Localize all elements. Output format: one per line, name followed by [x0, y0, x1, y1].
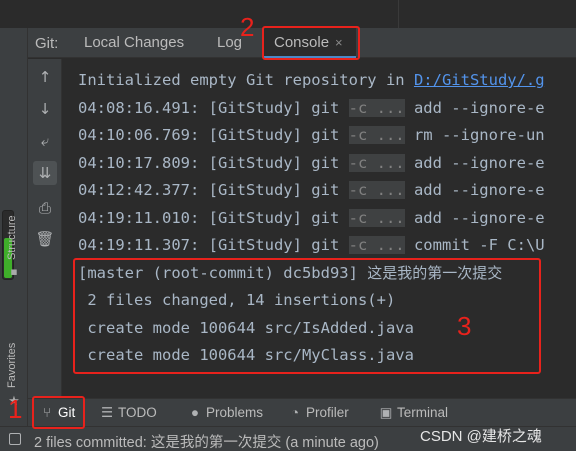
collapsed-args[interactable]: -c ... — [348, 154, 405, 172]
editor-top-strip — [0, 0, 576, 28]
log-line: 04:08:16.491: [GitStudy] git -c ... add … — [78, 99, 545, 117]
annotation-box-console — [262, 26, 360, 60]
info-icon: ● — [190, 405, 200, 420]
log-line: 04:10:17.809: [GitStudy] git -c ... add … — [78, 154, 545, 172]
collapsed-args[interactable]: -c ... — [348, 181, 405, 199]
log-line: 04:10:06.769: [GitStudy] git -c ... rm -… — [78, 126, 545, 144]
collapsed-args[interactable]: -c ... — [348, 126, 405, 144]
console-toolbar: ↑ ↓ ⤶ ⇊ ⎙ 🗑 — [28, 59, 62, 398]
print-icon[interactable]: ⎙ — [33, 196, 57, 220]
list-icon: ☰ — [100, 405, 114, 420]
watermark: CSDN @建桥之魂 — [420, 428, 542, 445]
annotation-number-1: 1 — [8, 394, 23, 424]
tab-log[interactable]: Log — [217, 28, 242, 58]
repo-path-link[interactable]: D:/GitStudy/.g — [414, 71, 545, 89]
profiler-icon: ◔ — [290, 405, 300, 420]
annotation-number-3: 3 — [457, 311, 472, 341]
git-panel-label: Git: — [35, 35, 59, 52]
tool-windows-toggle-icon[interactable] — [9, 433, 21, 445]
collapsed-args[interactable]: -c ... — [348, 236, 405, 254]
scroll-to-end-icon[interactable]: ⇊ — [33, 161, 57, 185]
trash-icon[interactable]: 🗑 — [33, 227, 57, 251]
tab-local-changes[interactable]: Local Changes — [84, 28, 184, 58]
scroll-down-icon[interactable]: ↓ — [33, 97, 57, 121]
structure-icon[interactable]: ▪ — [8, 266, 20, 278]
scroll-up-icon[interactable]: ↑ — [33, 65, 57, 89]
annotation-box-git — [32, 396, 85, 429]
terminal-tool-button[interactable]: ▣ Terminal — [379, 405, 448, 423]
todo-tool-button[interactable]: ☰ TODO — [100, 405, 157, 423]
profiler-tool-button[interactable]: ◔ Profiler — [288, 405, 349, 423]
log-line: 04:19:11.010: [GitStudy] git -c ... add … — [78, 209, 545, 227]
collapsed-args[interactable]: -c ... — [348, 209, 405, 227]
log-line: 04:19:11.307: [GitStudy] git -c ... comm… — [78, 236, 545, 254]
bottom-tool-bar: ⑂ Git ☰ TODO ● Problems ◔ Profiler ▣ Terminal — [28, 398, 576, 426]
annotation-number-2: 2 — [240, 12, 255, 42]
log-line: 04:12:42.377: [GitStudy] git -c ... add … — [78, 181, 545, 199]
structure-tab-label[interactable]: Structure — [6, 215, 18, 260]
favorites-tab-label[interactable]: Favorites — [6, 343, 18, 388]
init-line: Initialized empty Git repository in D:/G… — [78, 71, 545, 89]
problems-tool-button[interactable]: ● Problems — [188, 405, 263, 423]
left-tool-stripe: Structure ▪ Favorites ★ — [0, 28, 28, 426]
soft-wrap-icon[interactable]: ⤶ — [33, 129, 57, 153]
status-message[interactable]: 2 files committed: 这是我的第一次提交 (a minute a… — [34, 431, 379, 451]
terminal-icon: ▣ — [379, 405, 393, 420]
collapsed-args[interactable]: -c ... — [348, 99, 405, 117]
